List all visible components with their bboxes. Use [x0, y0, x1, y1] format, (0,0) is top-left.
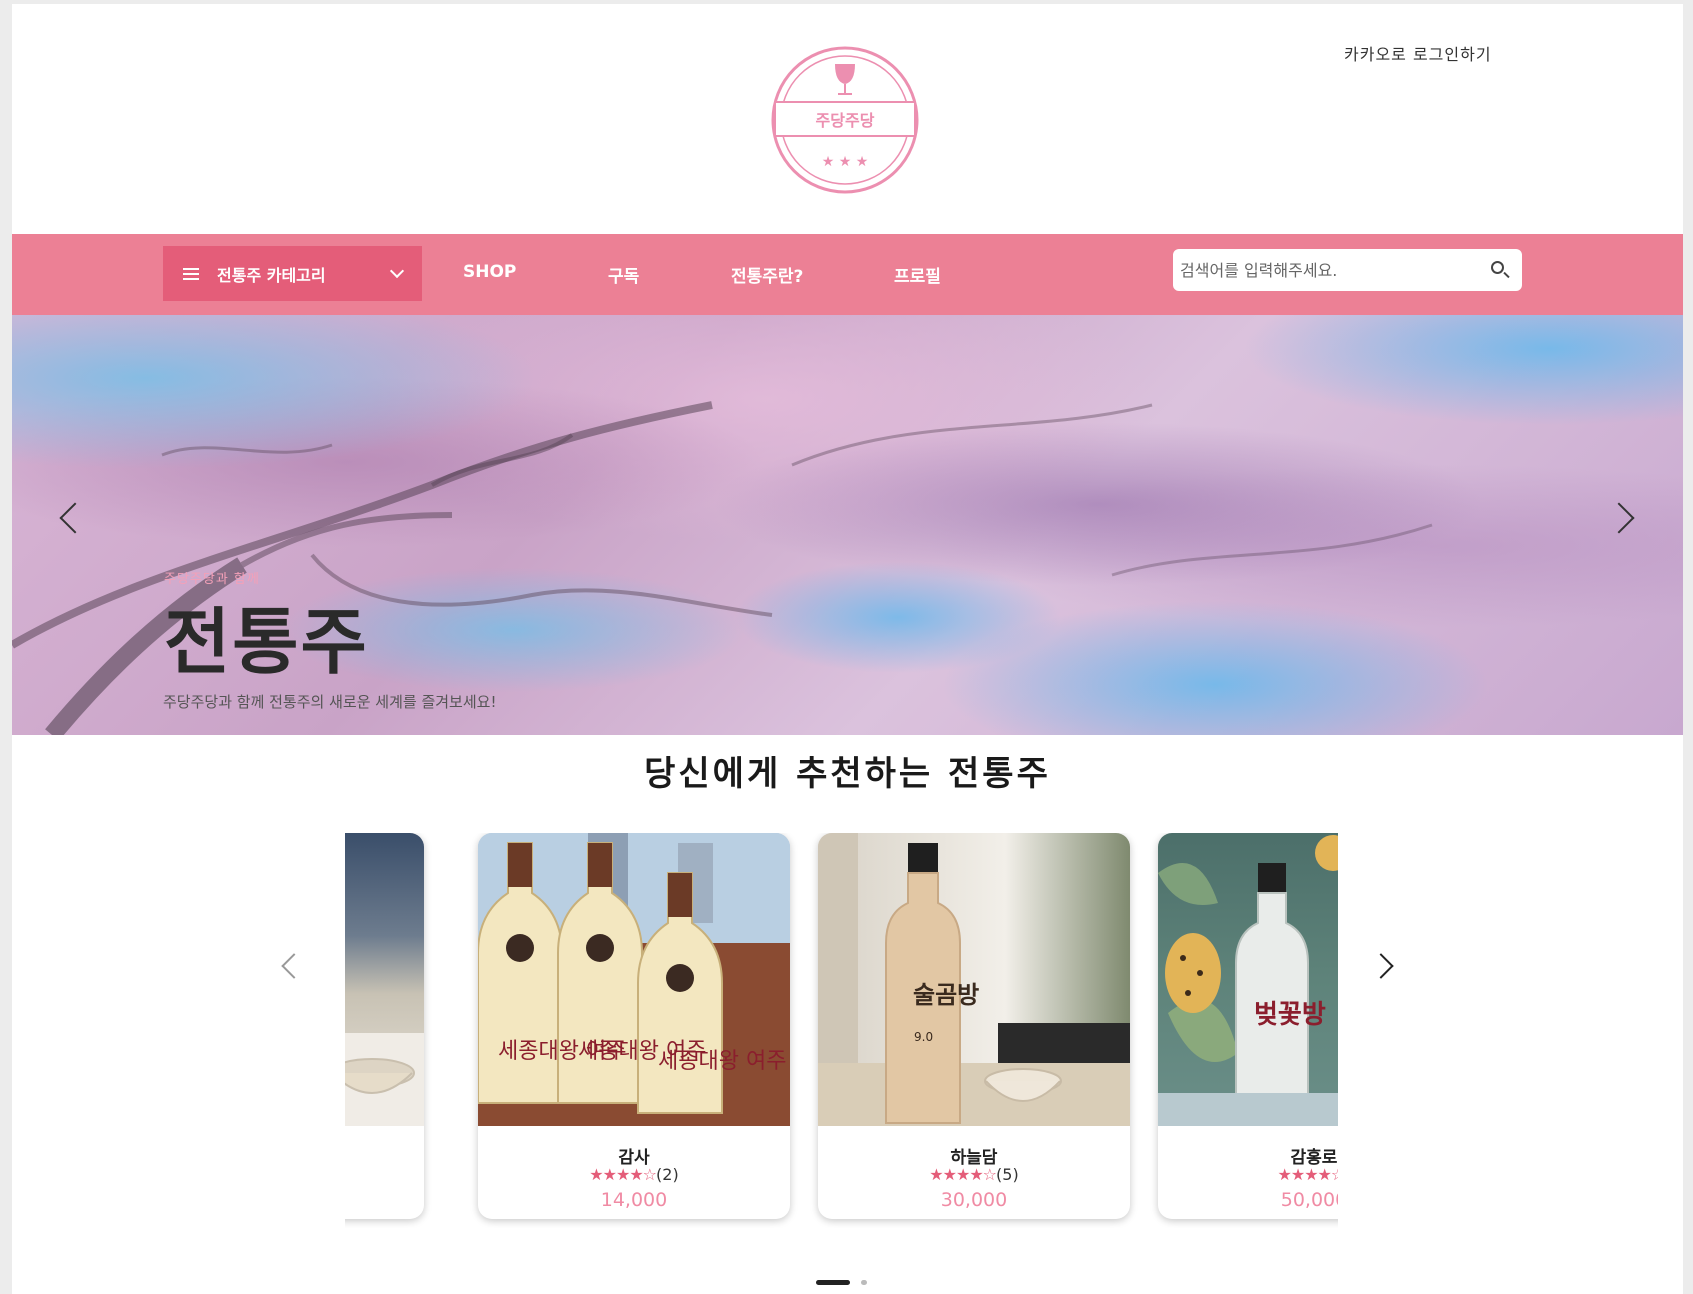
- svg-text:술곰방: 술곰방: [913, 981, 979, 1009]
- site-logo[interactable]: 주당주당 ★ ★ ★: [769, 44, 921, 196]
- logo-badge-icon: 주당주당 ★ ★ ★: [771, 46, 919, 194]
- product-price: 14,000: [600, 1189, 668, 1211]
- carousel-page-indicator-active[interactable]: [816, 1280, 850, 1285]
- main-nav: 전통주 카테고리 SHOP 구독 전통주란? 프로필: [12, 234, 1683, 315]
- product-price: 50,000: [1280, 1189, 1338, 1211]
- recommend-title: 당신에게 추천하는 전통주: [644, 754, 1051, 794]
- carousel-prev-arrow-icon[interactable]: [281, 953, 307, 979]
- rating-stars-icon: ★★★★☆: [1277, 1165, 1338, 1184]
- logo-text: 주당주당: [816, 111, 875, 130]
- svg-text:★ ★ ★: ★ ★ ★: [822, 154, 869, 170]
- search-input[interactable]: [1180, 260, 1490, 280]
- svg-text:9.0: 9.0: [914, 1030, 933, 1044]
- product-rating: ★★★★☆(5): [929, 1165, 1019, 1184]
- search-icon[interactable]: [1490, 260, 1510, 280]
- svg-text:세종대왕 여주: 세종대왕 여주: [658, 1049, 786, 1074]
- rating-stars-icon: ★★★★☆: [929, 1165, 997, 1184]
- product-image: 벚꽃방: [1158, 833, 1338, 1126]
- product-image: 술곰방 9.0: [818, 833, 1130, 1126]
- page: 카카오로 로그인하기 주당주당 ★ ★ ★ 전통주 카테고리 SHOP 구독 전…: [12, 4, 1683, 1294]
- rating-stars-icon: ★★★★☆: [589, 1165, 657, 1184]
- carousel-page-indicator[interactable]: [861, 1280, 867, 1285]
- top-header: 카카오로 로그인하기 주당주당 ★ ★ ★: [12, 4, 1683, 234]
- product-card[interactable]: 벚꽃방 감홍로 ★★★★☆( 50,000: [1158, 833, 1338, 1219]
- nav-item-shop[interactable]: SHOP: [463, 262, 516, 282]
- kakao-login-link[interactable]: 카카오로 로그인하기: [1344, 41, 1492, 65]
- hero-subtitle: 주당주당과 함께 전통주의 새로운 세계를 즐겨보세요!: [163, 693, 497, 711]
- hero-banner: 주당주당과 함께 전통주 주당주당과 함께 전통주의 새로운 세계를 즐겨보세요…: [12, 315, 1683, 735]
- nav-item-about[interactable]: 전통주란?: [731, 262, 803, 287]
- nav-item-profile[interactable]: 프로필: [894, 262, 941, 287]
- category-dropdown-button[interactable]: 전통주 카테고리: [163, 246, 422, 301]
- product-image: [345, 833, 424, 1126]
- chevron-down-icon: [389, 263, 405, 279]
- search-box: [1173, 249, 1522, 291]
- hamburger-icon: [183, 267, 199, 280]
- hero-title: 전통주: [164, 600, 369, 684]
- product-price: 30,000: [940, 1189, 1008, 1211]
- carousel-next-arrow-icon[interactable]: [1368, 953, 1394, 979]
- product-card[interactable]: ): [345, 833, 424, 1219]
- nav-item-subscribe[interactable]: 구독: [608, 262, 639, 287]
- svg-text:벚꽃방: 벚꽃방: [1254, 1000, 1326, 1030]
- product-rating: ★★★★☆(: [1158, 1165, 1338, 1184]
- product-image: 세종대왕 여주 세종대왕 여주 세종대왕 여주: [478, 833, 790, 1126]
- product-card[interactable]: 술곰방 9.0 하늘담 ★★★★☆(5) 30,000: [818, 833, 1130, 1219]
- product-card[interactable]: 세종대왕 여주 세종대왕 여주 세종대왕 여주 감사 ★★★★☆(2) 14,0…: [478, 833, 790, 1219]
- product-rating: ★★★★☆(2): [589, 1165, 679, 1184]
- product-carousel: ) 세종대왕 여주: [345, 833, 1338, 1228]
- category-label: 전통주 카테고리: [217, 265, 326, 285]
